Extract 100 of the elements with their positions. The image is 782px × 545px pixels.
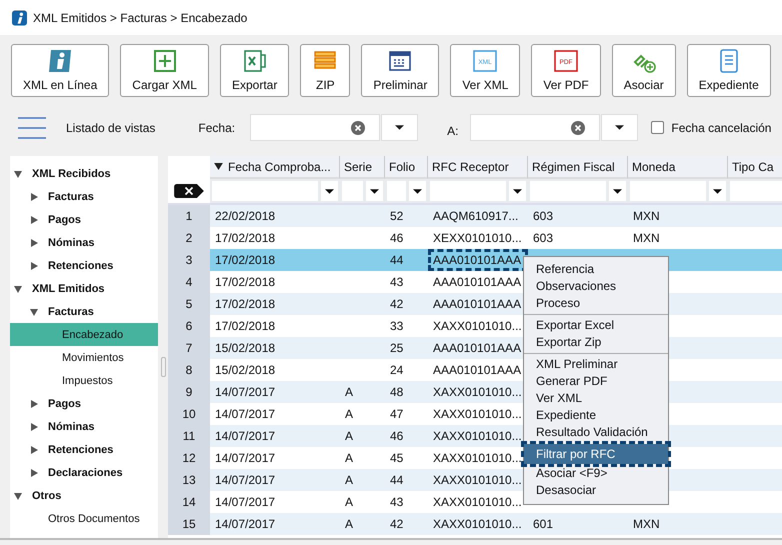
toolbar-button[interactable]: Preliminar [361,44,440,96]
column-header[interactable]: Régimen Fiscal [528,156,628,179]
row-number: 7 [168,337,210,359]
toolbar-button[interactable]: Asociar [612,44,676,96]
clear-icon[interactable] [351,120,366,134]
expanded-icon [14,284,22,292]
toolbar-button[interactable]: ZIP [300,44,350,96]
table-cell: 46 [390,231,404,245]
row-number: 13 [168,469,210,491]
dropdown-button[interactable] [609,181,626,201]
tree-item[interactable]: Otros [10,484,158,507]
tree-item[interactable]: Movimientos [10,346,158,369]
collapsed-icon [30,216,38,224]
tree-item[interactable]: Pagos [10,392,158,415]
toolbar-button[interactable]: XML en Línea [11,44,110,96]
table-cell: AAA010101AAA [433,275,522,289]
column-header[interactable]: RFC Receptor [428,156,528,179]
table-row[interactable]: 1 22/02/2018 52 AAQM610917... 603 MXN [168,205,782,227]
caret-icon [513,188,522,194]
menu-item[interactable]: Expediente [524,407,668,424]
tree-item[interactable]: Facturas [10,185,158,208]
date-to-field[interactable] [470,114,600,141]
table-cell: MXN [633,209,660,223]
table-cell: AAQM610917... [433,209,518,223]
toolbar-button[interactable]: Exportar [220,44,290,96]
menu-item[interactable]: Filtrar por RFC [524,444,668,464]
column-header[interactable]: Tipo Ca [728,156,782,179]
table-cell: 46 [390,429,404,443]
table-cell: 14/07/2017 [215,473,276,487]
menu-icon[interactable] [18,116,46,140]
tree-item[interactable]: Facturas [10,300,158,323]
clear-filter-icon[interactable] [174,184,204,198]
table-cell: 25 [390,341,404,355]
tree-item[interactable]: XML Recibidos [10,162,158,185]
tree-item[interactable]: Retenciones [10,254,158,277]
table-cell: 42 [390,517,404,531]
column-header[interactable]: Moneda [628,156,728,179]
table-cell: 42 [390,297,404,311]
clear-icon[interactable] [571,120,586,134]
tree-item[interactable]: Retenciones [10,438,158,461]
menu-item[interactable]: Observaciones [524,278,668,295]
column-header[interactable]: Fecha Comproba... [210,156,340,179]
table-cell: XAXX0101010... [433,451,522,465]
tree-item[interactable]: Nóminas [10,415,158,438]
table-cell: XAXX0101010... [433,385,522,399]
tree-item[interactable]: Pagos [10,208,158,231]
caret-icon [613,188,622,194]
caret-icon [413,188,422,194]
table-cell: XAXX0101010... [433,429,522,443]
date-from-label: Fecha: [198,120,236,134]
menu-item[interactable]: Resultado Validación [524,424,668,441]
collapsed-icon [30,468,38,476]
dropdown-button[interactable] [366,181,383,201]
column-header[interactable]: Serie [340,156,385,179]
dropdown-button[interactable] [509,181,526,201]
table-cell: MXN [633,231,660,245]
tree-item[interactable]: Declaraciones [10,461,158,484]
table-cell: 14/07/2017 [215,429,276,443]
table-cell: A [345,385,354,399]
table-cell: 17/02/2018 [215,253,276,267]
spreadsheet-icon [242,48,268,74]
collapsed-icon [30,192,38,200]
expanded-icon [14,492,22,500]
table-cell: XAXX0101010... [433,473,522,487]
menu-item[interactable]: Proceso [524,295,668,312]
table-cell: 33 [390,319,404,333]
row-number: 5 [168,293,210,315]
table-cell: A [345,429,354,443]
table-cell: AAA010101AAA [433,341,522,355]
expanded-icon [30,308,38,316]
toolbar-button[interactable]: Expediente [686,44,771,96]
tree-item[interactable]: Nóminas [10,231,158,254]
collapsed-icon [30,262,38,270]
tree-item[interactable]: Impuestos [10,369,158,392]
row-number: 9 [168,381,210,403]
checkbox[interactable] [651,121,664,134]
tree-item[interactable]: Otros Documentos [10,507,158,530]
dropdown-button[interactable] [709,181,726,201]
table-cell: 17/02/2018 [215,319,276,333]
row-number: 1 [168,205,210,227]
row-number: 14 [168,491,210,513]
dropdown-button[interactable] [321,181,338,201]
table-row[interactable]: 15 14/07/2017 A 42 XAXX0101010... 601 MXN [168,513,782,535]
window-title: XML Emitidos > Facturas > Encabezado [33,10,248,24]
dropdown-button[interactable] [409,181,426,201]
menu-item[interactable]: XML Preliminar [524,356,668,373]
table-cell: A [345,473,354,487]
column-header[interactable]: Folio [385,156,428,179]
menu-item[interactable]: Exportar Excel [524,317,668,334]
row-number: 11 [168,425,210,447]
date-to-label: A: [447,124,458,138]
tree-item[interactable]: XML Emitidos [10,277,158,300]
tree-item[interactable]: Encabezado [10,323,158,346]
caret-icon [370,188,379,194]
table-cell: A [345,407,354,421]
toolbar-button[interactable]: Cargar XML [120,44,209,96]
menu-item[interactable]: Exportar Zip [524,334,668,351]
date-from-field[interactable] [250,114,380,141]
collapsed-icon [30,422,38,430]
collapsed-icon [30,400,38,408]
